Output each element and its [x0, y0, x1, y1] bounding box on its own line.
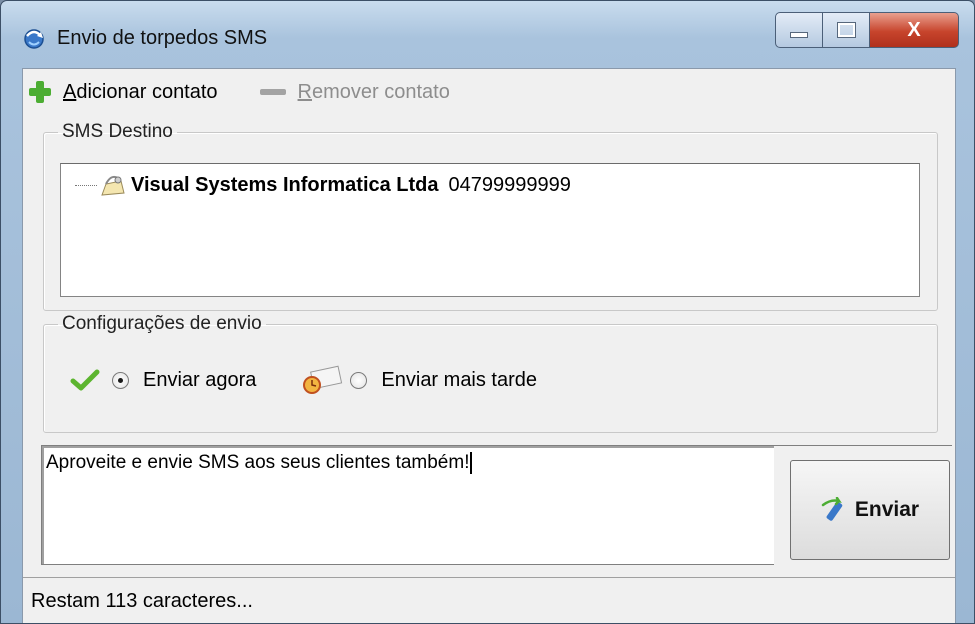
remove-contact-accelerator: R	[297, 80, 312, 103]
send-button[interactable]: Enviar	[790, 460, 950, 560]
send-config-group: Configurações de envio Enviar agora Envi…	[43, 313, 938, 433]
add-contact-button[interactable]: Adicionar contato	[23, 81, 218, 104]
sms-destination-legend: SMS Destino	[62, 121, 173, 142]
clock-envelope-icon	[303, 365, 343, 394]
add-contact-accelerator: A	[63, 80, 77, 103]
send-later-radio[interactable]	[350, 371, 368, 389]
send-button-area: Enviar	[774, 445, 952, 566]
add-contact-label: dicionar contato	[76, 80, 218, 103]
send-options: Enviar agora Enviar mais tarde	[70, 365, 537, 395]
close-button[interactable]: X	[870, 12, 959, 48]
window-controls: X	[775, 12, 959, 48]
maximize-button[interactable]	[823, 12, 870, 48]
radio-selected-dot	[118, 377, 123, 383]
plus-icon	[29, 81, 51, 103]
checkmark-icon	[70, 369, 100, 391]
minimize-button[interactable]	[775, 12, 823, 48]
title-bar[interactable]: Envio de torpedos SMS X	[1, 1, 974, 57]
tree-connector	[75, 184, 97, 186]
contact-name: Visual Systems Informatica Ltda	[131, 173, 439, 196]
minimize-icon	[790, 32, 808, 38]
message-text: Aproveite e envie SMS aos seus clientes …	[46, 452, 470, 474]
contact-list[interactable]: Visual Systems Informatica Ltda 04799999…	[60, 163, 920, 297]
globe-arrows-icon	[24, 29, 44, 49]
send-now-radio[interactable]	[112, 371, 129, 389]
send-now-label[interactable]: Enviar agora	[143, 369, 256, 392]
remove-contact-button[interactable]: Remover contato	[254, 81, 450, 104]
sms-destination-group: SMS Destino Visual Systems Informatica L…	[43, 121, 938, 311]
send-button-label: Enviar	[854, 498, 920, 521]
status-bar: Restam 113 caracteres...	[23, 577, 955, 623]
main-window: Envio de torpedos SMS X Adicionar contat…	[0, 0, 975, 624]
contact-icon	[101, 175, 125, 196]
text-cursor	[470, 452, 473, 474]
message-textarea[interactable]: Aproveite e envie SMS aos seus clientes …	[41, 445, 774, 565]
client-area: Adicionar contato Remover contato SMS De…	[22, 68, 956, 623]
remove-contact-label: emover contato	[312, 80, 450, 103]
window-title: Envio de torpedos SMS	[57, 27, 268, 49]
close-icon: X	[907, 18, 921, 41]
toolbar: Adicionar contato Remover contato	[23, 75, 486, 109]
maximize-icon	[836, 22, 856, 38]
send-later-label[interactable]: Enviar mais tarde	[381, 369, 537, 392]
send-config-legend: Configurações de envio	[62, 313, 262, 334]
char-count-status: Restam 113 caracteres...	[31, 589, 253, 612]
minus-icon	[259, 89, 286, 95]
send-arrow-icon	[821, 497, 843, 521]
contact-phone: 04799999999	[448, 173, 571, 196]
list-item[interactable]: Visual Systems Informatica Ltda 04799999…	[75, 172, 571, 198]
